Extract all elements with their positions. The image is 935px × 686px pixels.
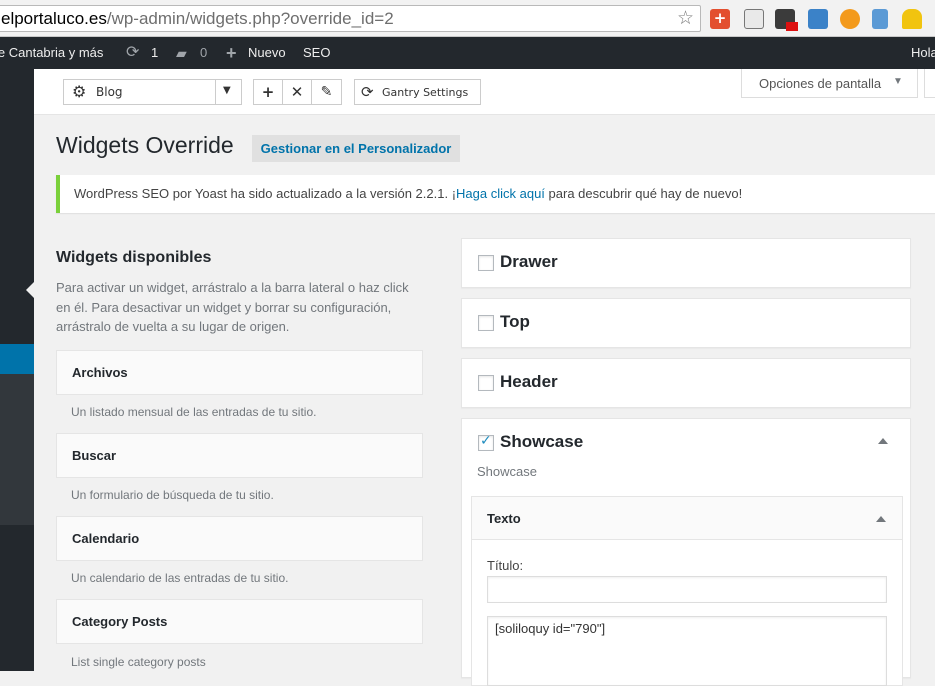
sidebar-name: Drawer	[500, 252, 558, 271]
available-widgets-description: Para activar un widget, arrástralo a la …	[56, 280, 409, 334]
sidebar-drawer[interactable]: Drawer	[461, 238, 911, 288]
text-widget: Texto Título: [soliloquy id="790"]	[471, 496, 903, 686]
widget-description: Un calendario de las entradas de tu siti…	[71, 571, 289, 585]
widget-toggle-arrow-icon[interactable]	[876, 516, 886, 522]
manage-customizer-button[interactable]: Gestionar en el Personalizador	[252, 135, 460, 162]
wp-admin-bar: le Cantabria y más ⟳ 1 ▰ 0 + Nuevo SEO H…	[0, 37, 935, 69]
sidebar-name: Showcase	[500, 432, 584, 451]
page-title: Widgets Override	[56, 132, 234, 158]
text-content-textarea[interactable]: [soliloquy id="790"]	[487, 616, 887, 686]
widget-category-posts[interactable]: Category Posts	[56, 599, 423, 644]
new-plus-icon[interactable]: +	[226, 37, 237, 69]
extension-wr-icon[interactable]	[775, 9, 798, 31]
extension-chart-icon[interactable]	[808, 9, 828, 29]
seo-menu-link[interactable]: SEO	[303, 37, 330, 69]
sidebar-checkbox[interactable]	[478, 315, 494, 331]
delete-override-button[interactable]: ✕	[283, 80, 312, 104]
menu-item-appearance[interactable]	[0, 344, 34, 374]
widget-calendario[interactable]: Calendario	[56, 516, 423, 561]
text-widget-header[interactable]: Texto	[472, 497, 902, 540]
screen-options-button[interactable]: Opciones de pantalla ▼	[741, 69, 918, 98]
appearance-submenu[interactable]	[0, 374, 34, 525]
update-notice: WordPress SEO por Yoast ha sido actualiz…	[56, 175, 935, 213]
widget-description: Un formulario de búsqueda de tu sitio.	[71, 488, 274, 502]
override-select[interactable]: ⚙ Blog ▼	[63, 79, 242, 105]
updates-icon[interactable]: ⟳	[126, 37, 139, 69]
notice-text: WordPress SEO por Yoast ha sido actualiz…	[74, 186, 457, 201]
override-select-value: Blog	[96, 85, 123, 99]
sidebar-name: Header	[500, 372, 558, 391]
collapse-arrow-icon[interactable]	[878, 438, 888, 444]
sidebar-checkbox[interactable]	[478, 375, 494, 391]
gantry-settings-button[interactable]: ⟳ Gantry Settings	[354, 79, 481, 105]
gear-icon: ⚙	[72, 82, 87, 101]
chevron-down-icon: ▼	[223, 85, 231, 96]
text-widget-title: Texto	[487, 511, 521, 526]
bookmark-star-icon[interactable]: ☆	[677, 6, 694, 30]
comments-count[interactable]: 0	[200, 37, 207, 69]
edit-override-button[interactable]: ✎	[312, 80, 341, 104]
address-bar[interactable]: elportaluco.es/wp-admin/widgets.php?over…	[0, 5, 701, 32]
gantry-settings-label: Gantry Settings	[382, 86, 469, 99]
select-divider	[215, 80, 216, 104]
sidebar-showcase[interactable]: Showcase Showcase Texto Título: [soliloq…	[461, 418, 911, 686]
extension-plus-icon[interactable]: +	[710, 9, 730, 29]
url-path: /wp-admin/widgets.php?override_id=2	[106, 9, 394, 28]
screen-options-label: Opciones de pantalla	[759, 76, 882, 91]
updates-count[interactable]: 1	[151, 37, 158, 69]
caret-down-icon: ▼	[893, 76, 903, 87]
widget-description: List single category posts	[71, 655, 206, 669]
notice-text-end: para descubrir qué hay de nuevo!	[544, 186, 743, 201]
refresh-icon: ⟳	[361, 83, 374, 101]
widget-archivos[interactable]: Archivos	[56, 350, 423, 395]
add-override-button[interactable]: +	[254, 80, 283, 104]
comments-icon[interactable]: ▰	[176, 37, 187, 69]
extension-user-icon[interactable]	[744, 9, 764, 29]
sidebar-name: Top	[500, 312, 530, 331]
extension-bell-icon[interactable]	[902, 9, 922, 29]
admin-side-menu	[0, 69, 34, 671]
sidebar-checkbox-checked[interactable]	[478, 433, 494, 451]
url-host: elportaluco.es	[1, 9, 107, 28]
widget-buscar[interactable]: Buscar	[56, 433, 423, 478]
title-field-label: Título:	[487, 558, 524, 573]
title-input[interactable]	[487, 576, 887, 603]
available-widgets-title: Widgets disponibles	[56, 249, 212, 266]
browser-toolbar: elportaluco.es/wp-admin/widgets.php?over…	[0, 0, 935, 37]
sidebar-checkbox[interactable]	[478, 255, 494, 271]
override-actions: + ✕ ✎	[253, 79, 342, 105]
sidebar-header[interactable]: Header	[461, 358, 911, 408]
widget-description: Un listado mensual de las entradas de tu…	[71, 405, 317, 419]
extension-bars-icon[interactable]	[872, 9, 888, 29]
active-menu-arrow	[26, 282, 34, 298]
sidebar-top[interactable]: Top	[461, 298, 911, 348]
extension-check-icon[interactable]	[840, 9, 860, 29]
account-greeting[interactable]: Hola	[911, 37, 935, 69]
new-content-link[interactable]: Nuevo	[248, 37, 286, 69]
notice-link[interactable]: Haga click aquí	[456, 186, 545, 201]
sidebar-description: Showcase	[477, 464, 537, 479]
site-name-link[interactable]: le Cantabria y más	[0, 37, 103, 69]
help-tab[interactable]	[924, 69, 935, 98]
